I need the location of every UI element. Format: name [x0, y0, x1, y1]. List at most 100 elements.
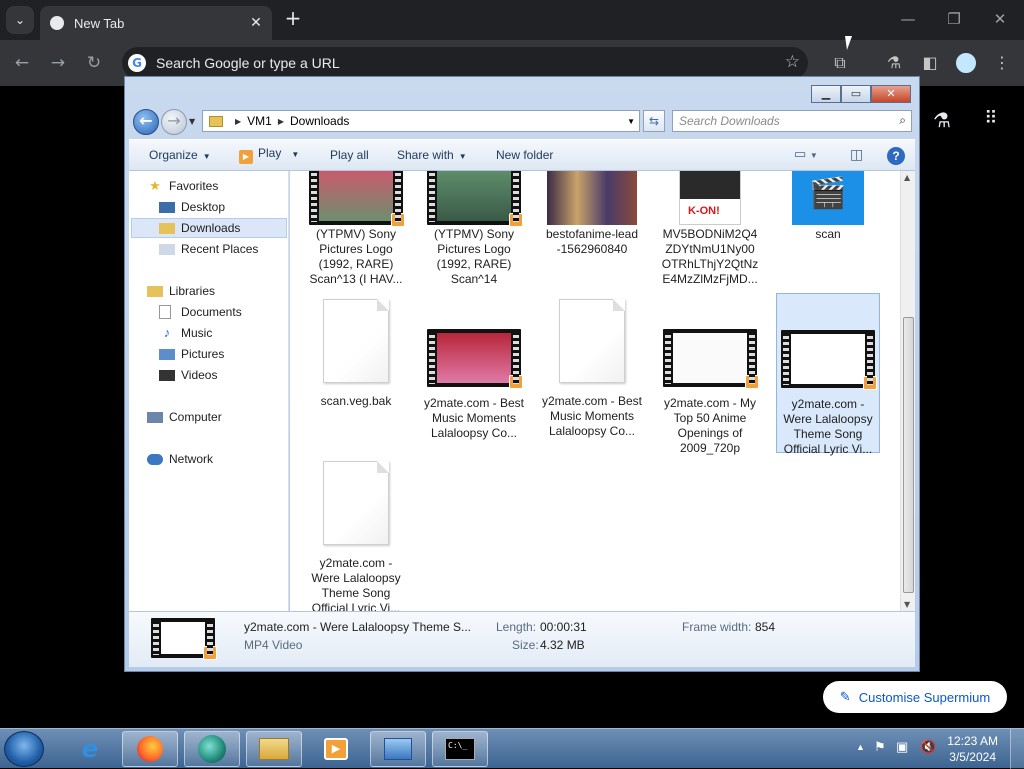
tab-close-icon[interactable]: ✕ [248, 15, 264, 31]
file-item[interactable]: ▶ y2mate.com - My Top 50 Anime Openings … [658, 299, 762, 456]
nav-documents[interactable]: Documents [159, 302, 242, 322]
image-thumbnail: K-ON! [679, 171, 741, 225]
nav-downloads[interactable]: Downloads [131, 218, 287, 238]
file-name: y2mate.com - Were Lalaloopsy Theme Song … [783, 397, 873, 456]
start-button[interactable] [4, 731, 44, 767]
file-item-selected[interactable]: ▶ y2mate.com - Were Lalaloopsy Theme Son… [776, 293, 880, 456]
forward-arrow-icon[interactable]: → [45, 50, 71, 76]
video-thumbnail: ▶ [663, 329, 759, 389]
chevron-right-icon[interactable]: ▶ [235, 117, 241, 126]
search-icon[interactable]: ⌕ [899, 113, 906, 128]
explorer-close-button[interactable]: ✕ [871, 85, 911, 103]
file-item[interactable]: ▶ (YTPMV) Sony Pictures Logo (1992, RARE… [304, 171, 408, 287]
close-window-button[interactable]: ✕ [986, 8, 1014, 30]
media-player-taskbar-icon[interactable]: ▶ [308, 731, 364, 767]
bookmark-star-icon[interactable]: ☆ [785, 52, 800, 72]
detail-length-value: 00:00:31 [540, 620, 587, 634]
ie-taskbar-icon[interactable]: e [62, 731, 118, 767]
network-icon [147, 453, 163, 465]
file-item[interactable]: y2mate.com - Best Music Moments Lalaloop… [540, 299, 644, 439]
preview-pane-icon[interactable]: ◫ [850, 146, 863, 163]
documents-icon [159, 305, 171, 319]
tab-search-button[interactable]: ⌄ [6, 6, 34, 34]
action-center-flag-icon[interactable]: ⚑ [874, 739, 886, 755]
recent-pages-dropdown[interactable]: ▼ [189, 117, 195, 126]
file-item[interactable]: ▶ (YTPMV) Sony Pictures Logo (1992, RARE… [422, 171, 526, 287]
scroll-down-icon[interactable]: ▼ [904, 600, 910, 609]
file-name: y2mate.com - Best Music Moments Lalaloop… [541, 394, 643, 438]
play-button[interactable]: ▶ Play ▼ [239, 146, 299, 164]
extensions-icon[interactable]: ⧉ [829, 52, 851, 74]
recent-places-icon [159, 243, 175, 255]
remote-desktop-taskbar-icon[interactable] [370, 731, 426, 767]
nav-recent-places[interactable]: Recent Places [159, 239, 258, 259]
organize-button[interactable]: Organize ▼ [149, 148, 211, 162]
clock[interactable]: 12:23 AM 3/5/2024 [947, 733, 998, 765]
profile-avatar[interactable] [956, 53, 976, 73]
supermium-taskbar-icon[interactable] [184, 731, 240, 767]
explorer-window: ▁ ▭ ✕ ← → ▼ ▶ VM1 ▶ Downloads ▼ ⇆ Search… [124, 76, 920, 672]
file-item[interactable]: K-ON! MV5BODNiM2Q4 ZDYtNmU1Ny00 OTRhLThj… [658, 171, 762, 287]
nav-music[interactable]: ♪ Music [159, 323, 213, 343]
nav-desktop[interactable]: Desktop [159, 197, 225, 217]
file-item[interactable]: y2mate.com - Were Lalaloopsy Theme Song … [304, 461, 408, 611]
show-desktop-button[interactable] [1010, 729, 1024, 769]
maximize-button[interactable]: ❐ [940, 8, 968, 30]
reload-icon[interactable]: ↻ [81, 50, 107, 76]
explorer-minimize-button[interactable]: ▁ [811, 85, 841, 103]
document-icon [323, 461, 389, 545]
scrollbar-thumb[interactable] [903, 317, 914, 593]
explorer-back-button[interactable]: ← [133, 109, 159, 135]
chevron-right-icon[interactable]: ▶ [278, 117, 284, 126]
explorer-maximize-button[interactable]: ▭ [841, 85, 871, 103]
file-name: scan.veg.bak [320, 394, 392, 408]
breadcrumb-downloads[interactable]: Downloads [290, 114, 349, 128]
nav-libraries[interactable]: Libraries [147, 281, 215, 301]
labs-flask-icon[interactable]: ⚗ [883, 52, 905, 74]
explorer-forward-button[interactable]: → [161, 109, 187, 135]
nav-network[interactable]: Network [147, 449, 213, 469]
network-tray-icon[interactable]: ▣ [896, 739, 908, 755]
vertical-scrollbar[interactable]: ▲ ▼ [900, 171, 915, 611]
video-thumbnail: ▶ [427, 329, 523, 389]
cmd-taskbar-icon[interactable]: C:\_ [432, 731, 488, 767]
volume-muted-icon[interactable]: 🔇 [920, 739, 936, 755]
file-item[interactable]: ▶ y2mate.com - Best Music Moments Lalalo… [422, 299, 526, 441]
file-item[interactable]: scan.veg.bak [304, 299, 408, 409]
nav-videos[interactable]: Videos [159, 365, 217, 385]
play-all-button[interactable]: Play all [330, 148, 369, 162]
scroll-up-icon[interactable]: ▲ [904, 173, 910, 182]
document-icon [559, 299, 625, 383]
breadcrumb-vm1[interactable]: VM1 [247, 114, 272, 128]
show-hidden-icons-icon[interactable]: ▲ [856, 742, 865, 752]
address-dropdown-icon[interactable]: ▼ [627, 117, 635, 126]
detail-size-value: 4.32 MB [540, 638, 585, 652]
firefox-taskbar-icon[interactable] [122, 731, 178, 767]
explorer-taskbar-icon[interactable] [246, 731, 302, 767]
omnibox[interactable]: G Search Google or type a URL ☆ [122, 47, 808, 79]
apps-grid-icon[interactable]: ⠿ [980, 108, 1002, 130]
address-bar[interactable]: ▶ VM1 ▶ Downloads ▼ [202, 110, 640, 132]
google-icon: G [128, 54, 146, 72]
nav-favorites[interactable]: ★ Favorites [147, 176, 218, 196]
nav-computer[interactable]: Computer [147, 407, 222, 427]
search-input[interactable]: Search Downloads ⌕ [672, 110, 912, 132]
tab-new-tab[interactable]: New Tab ✕ [40, 6, 272, 40]
new-folder-button[interactable]: New folder [496, 148, 553, 162]
new-tab-button[interactable]: + [282, 8, 304, 30]
back-arrow-icon[interactable]: ← [9, 50, 35, 76]
change-view-icon[interactable]: ▭ ▼ [794, 146, 818, 162]
customise-button[interactable]: ✎ Customise Supermium [823, 681, 1007, 713]
help-icon[interactable]: ? [887, 147, 905, 165]
side-panel-icon[interactable]: ◧ [919, 52, 941, 74]
menu-kebab-icon[interactable]: ⋮ [991, 52, 1013, 74]
file-item[interactable]: 🎬 scan [776, 171, 880, 242]
refresh-button[interactable]: ⇆ [643, 110, 665, 132]
ntp-labs-icon[interactable]: ⚗ [930, 108, 954, 132]
share-with-button[interactable]: Share with ▼ [397, 148, 467, 162]
file-item[interactable]: bestofanime-lead -1562960840 [540, 171, 644, 257]
minimize-button[interactable]: — [894, 8, 922, 30]
clapperboard-icon: 🎬 [792, 171, 864, 225]
detail-file-name: y2mate.com - Were Lalaloopsy Theme S... [244, 620, 471, 634]
nav-pictures[interactable]: Pictures [159, 344, 224, 364]
